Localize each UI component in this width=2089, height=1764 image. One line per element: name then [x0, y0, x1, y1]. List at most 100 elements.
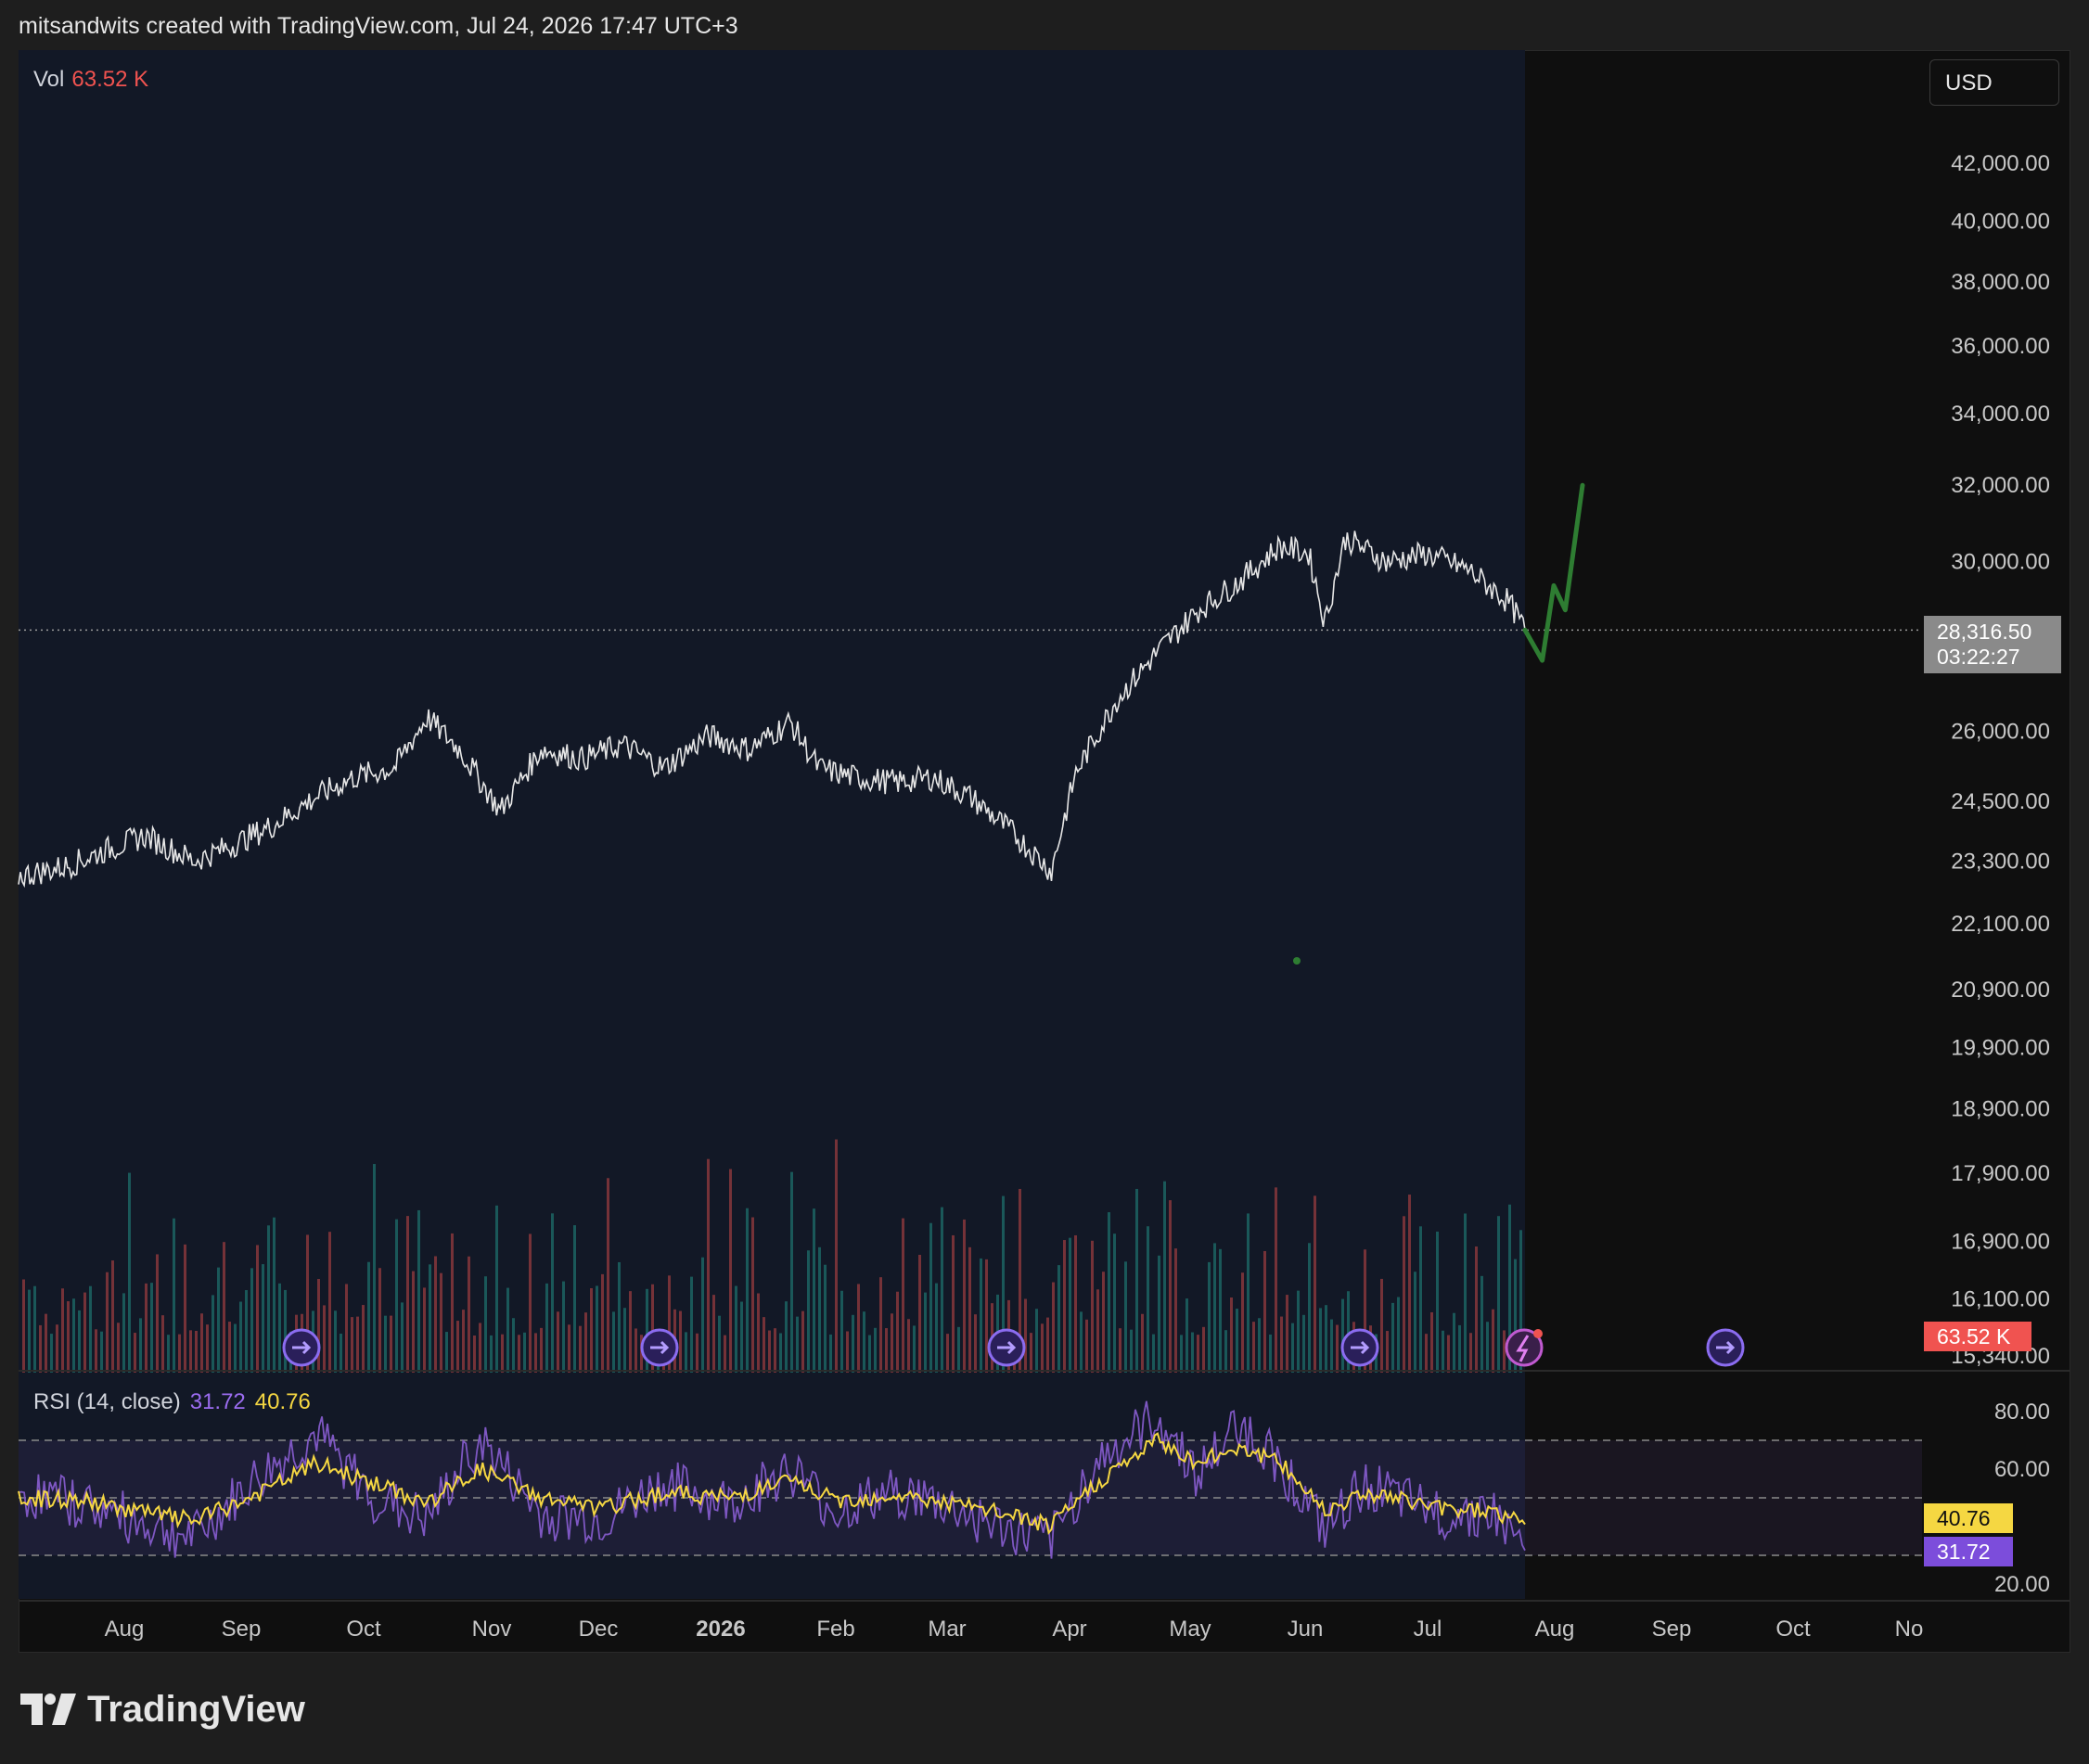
volume-bar	[1147, 1226, 1149, 1373]
volume-bar	[384, 1315, 387, 1373]
volume-bar	[340, 1333, 342, 1373]
volume-bar	[801, 1310, 804, 1373]
tradingview-logo[interactable]: TradingView	[20, 1686, 305, 1732]
volume-bar	[863, 1311, 865, 1373]
volume-bar	[1085, 1319, 1088, 1373]
volume-bar	[211, 1295, 214, 1373]
volume-legend-label: Vol	[33, 67, 65, 92]
volume-bar	[239, 1301, 242, 1373]
dividend-event-icon[interactable]	[1340, 1328, 1379, 1367]
time-tick-label: Aug	[1535, 1617, 1575, 1642]
volume-bar	[1046, 1317, 1049, 1373]
time-tick-label: Mar	[928, 1617, 966, 1642]
volume-bar	[167, 1335, 170, 1373]
volume-bar	[562, 1281, 565, 1373]
volume-bar	[1469, 1333, 1472, 1373]
price-tick-label: 16,100.00	[1951, 1286, 2050, 1311]
volume-bar	[317, 1279, 320, 1373]
time-tick-label: Oct	[346, 1617, 381, 1642]
rsi-axis: 20.00 60.00 80.00	[1994, 1400, 2050, 1597]
volume-bar	[89, 1285, 92, 1373]
volume-bar	[1191, 1332, 1194, 1373]
volume-bar	[746, 1208, 749, 1373]
volume-bar	[807, 1250, 810, 1373]
volume-bar	[161, 1315, 164, 1373]
volume-bar	[39, 1324, 42, 1373]
volume-bar	[33, 1285, 36, 1373]
volume-bar	[852, 1314, 854, 1373]
volume-bar	[1291, 1323, 1294, 1373]
price-tick-label: 17,900.00	[1951, 1161, 2050, 1186]
volume-bar	[100, 1331, 103, 1373]
earnings-event-icon[interactable]	[1505, 1328, 1544, 1367]
volume-bar	[1208, 1261, 1211, 1373]
volume-bar	[1425, 1334, 1428, 1373]
rsi-legend: RSI (14, close) 31.72 40.76	[33, 1389, 311, 1415]
dividend-event-icon[interactable]	[282, 1328, 321, 1367]
volume-bar	[206, 1324, 209, 1373]
volume-bar	[1174, 1248, 1177, 1373]
volume-bar	[1057, 1265, 1060, 1373]
volume-bar	[67, 1301, 70, 1373]
price-tick-label: 34,000.00	[1951, 402, 2050, 427]
volume-bar	[774, 1328, 776, 1373]
volume-bar	[1252, 1322, 1255, 1373]
volume-bar	[50, 1334, 53, 1373]
volume-bar	[173, 1218, 175, 1373]
volume-bar	[729, 1169, 732, 1373]
time-tick-label: Dec	[579, 1617, 619, 1642]
volume-bar	[95, 1329, 97, 1373]
volume-bar	[1403, 1216, 1405, 1373]
volume-bar	[618, 1261, 621, 1373]
volume-bar	[707, 1158, 710, 1373]
volume-bar	[512, 1318, 515, 1373]
volume-bar	[963, 1219, 966, 1373]
volume-bar	[534, 1333, 537, 1373]
volume-bar	[484, 1276, 487, 1373]
volume-bar	[228, 1322, 231, 1373]
price-tick-label: 40,000.00	[1951, 209, 2050, 234]
time-tick-label: Aug	[105, 1617, 145, 1642]
volume-bar	[935, 1283, 938, 1373]
time-tick-label: Sep	[1652, 1617, 1692, 1642]
rsi-tick-label: 60.00	[1994, 1457, 2050, 1482]
volume-bar	[701, 1257, 704, 1373]
volume-bar	[1302, 1314, 1305, 1373]
volume-bar	[1091, 1240, 1094, 1373]
chart-canvas[interactable]: 15,340.0016,100.0016,900.0017,900.0018,9…	[0, 0, 2089, 1764]
dividend-event-icon[interactable]	[640, 1328, 679, 1367]
price-tick-label: 16,900.00	[1951, 1229, 2050, 1254]
volume-bar	[267, 1225, 270, 1373]
volume-bar	[896, 1291, 899, 1373]
price-tick-label: 30,000.00	[1951, 550, 2050, 575]
volume-bar	[1236, 1309, 1238, 1373]
volume-bar	[117, 1323, 120, 1373]
volume-bar	[150, 1283, 153, 1373]
volume-bar	[351, 1317, 353, 1373]
volume-bar	[134, 1333, 136, 1373]
rsi-ma-legend-value: 40.76	[254, 1389, 311, 1414]
dividend-event-icon[interactable]	[987, 1328, 1026, 1367]
rsi-tick-label: 80.00	[1994, 1400, 2050, 1425]
volume-bar	[473, 1335, 476, 1373]
volume-bar	[1325, 1305, 1327, 1373]
volume-bar	[390, 1315, 392, 1373]
volume-bar	[139, 1318, 142, 1373]
volume-bar	[1041, 1323, 1044, 1373]
volume-bar	[590, 1287, 593, 1373]
volume-bar	[250, 1268, 253, 1373]
volume-bar	[829, 1334, 832, 1373]
volume-bar	[362, 1305, 365, 1373]
volume-bar	[345, 1284, 348, 1373]
volume-bar	[1480, 1275, 1483, 1373]
volume-bar	[434, 1256, 437, 1373]
volume-bar	[1169, 1200, 1172, 1373]
dividend-event-icon[interactable]	[1706, 1328, 1745, 1367]
volume-bar	[1475, 1246, 1478, 1373]
volume-bar	[696, 1333, 698, 1373]
currency-button[interactable]: USD	[1929, 59, 2059, 106]
volume-bar	[1258, 1318, 1261, 1373]
projection-line	[1522, 482, 1585, 663]
time-tick-label: 2026	[696, 1617, 745, 1642]
volume-bar	[584, 1312, 587, 1373]
